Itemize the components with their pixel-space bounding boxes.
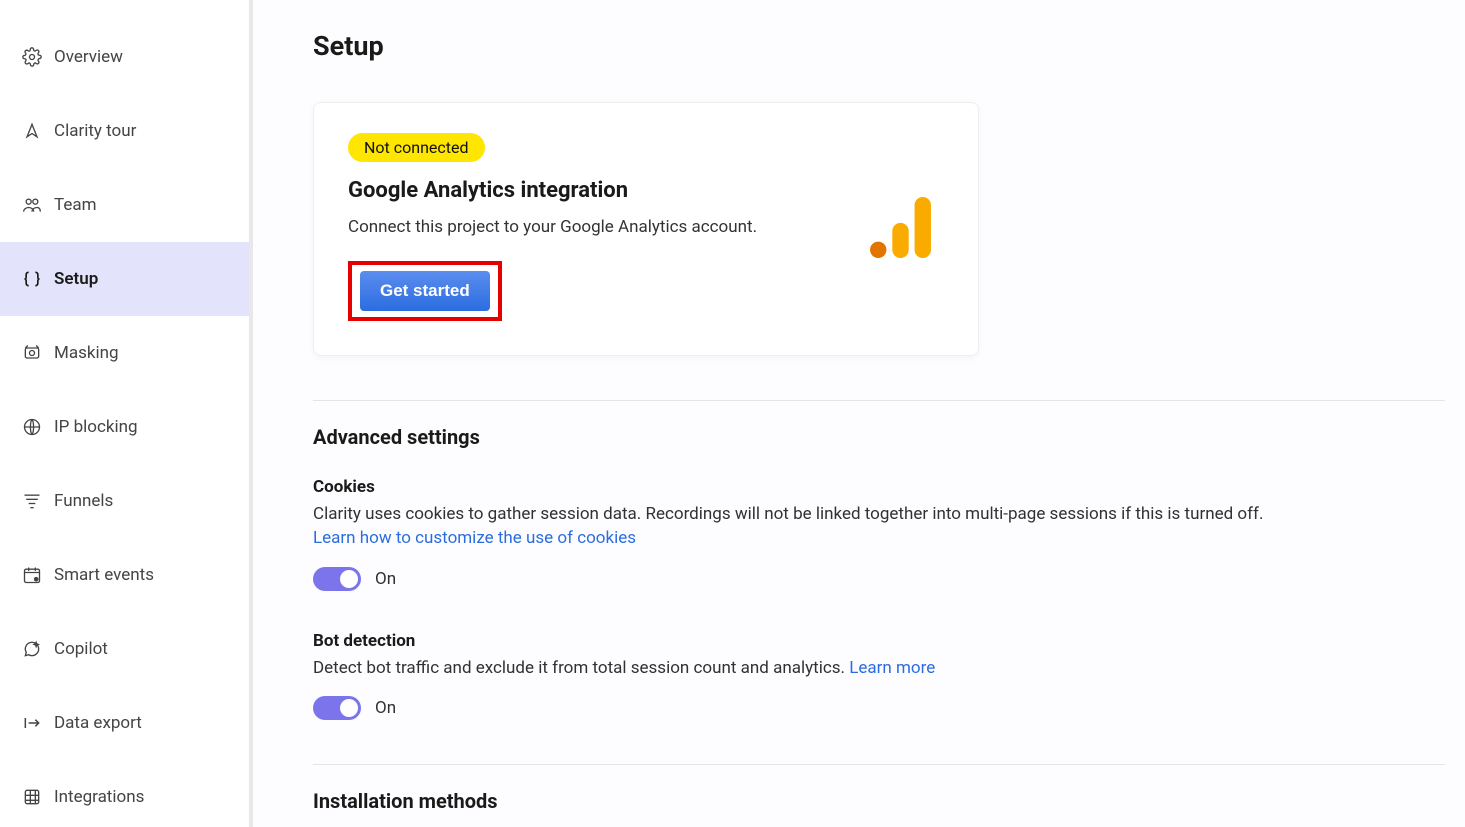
installation-methods-title: Installation methods	[313, 789, 1445, 813]
globe-icon	[22, 417, 54, 437]
integration-card: Not connected Google Analytics integrati…	[313, 102, 979, 356]
sidebar-item-ip-blocking[interactable]: IP blocking	[0, 390, 249, 464]
sidebar-item-label: Smart events	[54, 565, 154, 585]
funnel-icon	[22, 491, 54, 511]
cookies-setting: Cookies Clarity uses cookies to gather s…	[313, 477, 1445, 591]
sidebar-scroll[interactable]: Overview Clarity tour Team Setup	[0, 0, 249, 827]
cookies-toggle-state: On	[375, 569, 396, 589]
card-description: Connect this project to your Google Anal…	[348, 217, 843, 237]
bot-label: Bot detection	[313, 631, 1445, 651]
sidebar-item-label: Integrations	[54, 787, 144, 807]
highlight-annotation: Get started	[348, 261, 502, 321]
divider	[313, 400, 1445, 401]
sidebar-item-label: Copilot	[54, 639, 108, 659]
sidebar-item-smart-events[interactable]: Smart events	[0, 538, 249, 612]
sidebar-item-overview[interactable]: Overview	[0, 20, 249, 94]
sidebar-item-label: Overview	[54, 47, 123, 67]
sidebar-item-label: IP blocking	[54, 417, 138, 437]
braces-icon	[22, 269, 54, 289]
bot-learn-link[interactable]: Learn more	[849, 658, 935, 678]
sidebar-item-setup[interactable]: Setup	[0, 242, 249, 316]
sidebar-item-funnels[interactable]: Funnels	[0, 464, 249, 538]
sidebar-list: Overview Clarity tour Team Setup	[0, 0, 249, 827]
bot-detection-setting: Bot detection Detect bot traffic and exc…	[313, 631, 1445, 721]
cookies-description-text: Clarity uses cookies to gather session d…	[313, 504, 1263, 524]
sidebar-item-data-export[interactable]: Data export	[0, 686, 249, 760]
calendar-icon	[22, 565, 54, 585]
status-badge: Not connected	[348, 133, 485, 162]
bot-toggle[interactable]	[313, 696, 361, 720]
card-title: Google Analytics integration	[348, 178, 843, 203]
team-icon	[22, 195, 54, 215]
sidebar-item-label: Team	[54, 195, 97, 215]
divider	[313, 764, 1445, 765]
sidebar-item-label: Data export	[54, 713, 142, 733]
bot-description: Detect bot traffic and exclude it from t…	[313, 657, 1445, 681]
page-title: Setup	[313, 30, 1445, 62]
main-content: Setup Not connected Google Analytics int…	[253, 0, 1465, 827]
sidebar: Overview Clarity tour Team Setup	[0, 0, 253, 827]
sidebar-item-label: Setup	[54, 269, 98, 289]
google-analytics-icon	[863, 190, 938, 265]
sidebar-item-label: Funnels	[54, 491, 113, 511]
cookies-label: Cookies	[313, 477, 1445, 497]
grid-icon	[22, 787, 54, 807]
export-icon	[22, 713, 54, 733]
cookies-learn-link[interactable]: Learn how to customize the use of cookie…	[313, 528, 636, 548]
sidebar-item-clarity-tour[interactable]: Clarity tour	[0, 94, 249, 168]
compass-icon	[22, 121, 54, 141]
gear-icon	[22, 47, 54, 67]
cookies-toggle[interactable]	[313, 567, 361, 591]
bot-toggle-state: On	[375, 698, 396, 718]
sidebar-item-masking[interactable]: Masking	[0, 316, 249, 390]
sidebar-item-integrations[interactable]: Integrations	[0, 760, 249, 827]
sidebar-item-label: Masking	[54, 343, 119, 363]
get-started-button[interactable]: Get started	[360, 271, 490, 311]
advanced-settings-title: Advanced settings	[313, 425, 1445, 449]
masking-icon	[22, 343, 54, 363]
sidebar-item-label: Clarity tour	[54, 121, 136, 141]
bot-description-text: Detect bot traffic and exclude it from t…	[313, 658, 849, 678]
sidebar-item-team[interactable]: Team	[0, 168, 249, 242]
cookies-description: Clarity uses cookies to gather session d…	[313, 503, 1445, 551]
sidebar-item-copilot[interactable]: Copilot	[0, 612, 249, 686]
chat-sparkle-icon	[22, 639, 54, 659]
